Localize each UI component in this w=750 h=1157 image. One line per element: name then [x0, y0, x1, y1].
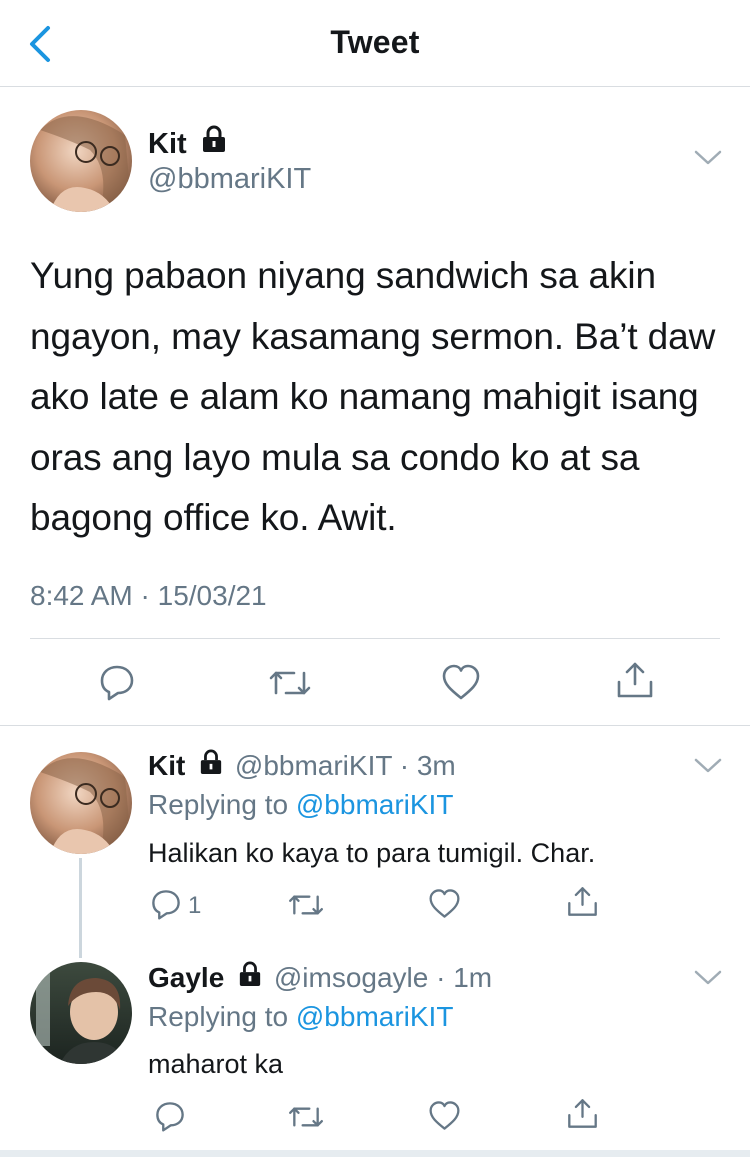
chevron-down-icon[interactable] — [693, 756, 723, 776]
reply-text: maharot ka — [148, 1049, 284, 1079]
divider — [30, 638, 720, 639]
author-name[interactable]: Gayle — [148, 962, 224, 993]
reply-bubble-icon[interactable] — [150, 888, 182, 920]
author-handle[interactable]: @bbmariKIT — [148, 163, 311, 196]
lock-icon — [200, 749, 222, 774]
avatar-photo — [30, 962, 132, 1064]
meta-separator: · — [399, 750, 410, 781]
reply-text: Halikan ko kaya to para tumigil. Char. — [148, 838, 596, 868]
lock-icon — [202, 125, 225, 152]
share-icon[interactable] — [566, 885, 599, 918]
tweet-timestamp: 8:42 AM · 15/03/21 — [30, 580, 267, 612]
tweet-text: Yung pabaon niyang sandwich sa akin ngay… — [30, 255, 716, 538]
reply-age: 3m — [416, 750, 456, 781]
lock-icon — [239, 961, 261, 986]
avatar-photo — [30, 110, 132, 212]
avatar[interactable] — [30, 110, 132, 212]
tweet-date: 15/03/21 — [157, 580, 267, 611]
chevron-down-icon[interactable] — [693, 148, 723, 168]
meta-separator: · — [140, 580, 150, 611]
reply-count: 1 — [188, 892, 202, 919]
divider — [0, 1150, 750, 1157]
replying-to-label: Replying to — [148, 789, 289, 820]
replying-to-handle[interactable]: @bbmariKIT — [296, 1001, 454, 1032]
reply-header: Gayle @imsogayle · 1m — [148, 961, 492, 994]
author-handle[interactable]: @imsogayle — [274, 962, 428, 993]
reply-bubble-icon[interactable] — [154, 1100, 186, 1132]
heart-icon[interactable] — [428, 1100, 461, 1131]
avatar[interactable] — [30, 752, 132, 854]
replying-to-label: Replying to — [148, 1001, 289, 1032]
retweet-icon[interactable] — [268, 665, 312, 701]
thread-connector — [79, 858, 82, 958]
reply-age: 1m — [453, 962, 493, 993]
meta-separator: · — [436, 962, 446, 993]
retweet-icon[interactable] — [287, 890, 325, 920]
tweet-time: 8:42 AM — [30, 580, 133, 611]
author-handle[interactable]: @bbmariKIT — [235, 750, 392, 781]
reply-bubble-icon[interactable] — [98, 663, 136, 701]
avatar[interactable] — [30, 962, 132, 1064]
page-title: Tweet — [330, 24, 420, 60]
replying-to: Replying to @bbmariKIT — [148, 789, 453, 821]
share-icon[interactable] — [615, 660, 655, 700]
author-name[interactable]: Kit — [148, 128, 187, 160]
chevron-down-icon[interactable] — [693, 968, 723, 988]
share-icon[interactable] — [566, 1097, 599, 1130]
heart-icon[interactable] — [441, 663, 481, 701]
heart-icon[interactable] — [428, 888, 461, 919]
replying-to: Replying to @bbmariKIT — [148, 1001, 453, 1033]
avatar-photo — [30, 752, 132, 854]
replying-to-handle[interactable]: @bbmariKIT — [296, 789, 454, 820]
divider — [0, 725, 750, 726]
author-name[interactable]: Kit — [148, 750, 185, 781]
nav-bar: Tweet — [0, 0, 750, 87]
author-name-row: Kit — [148, 125, 227, 161]
retweet-icon[interactable] — [287, 1102, 325, 1132]
reply-header: Kit @bbmariKIT · 3m — [148, 749, 456, 782]
